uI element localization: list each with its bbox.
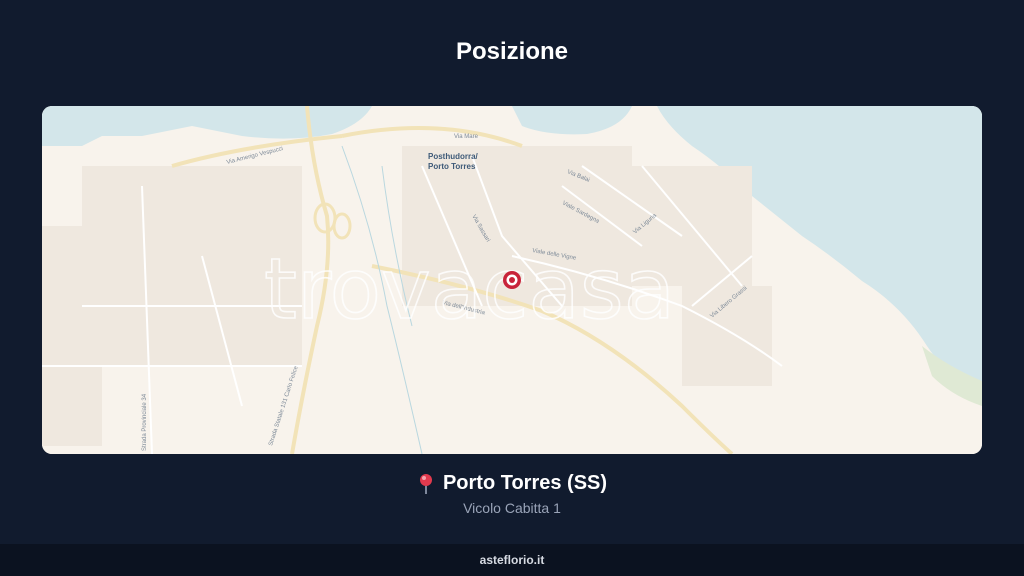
map-street-label: Via Mare bbox=[454, 134, 479, 140]
location-city: Porto Torres (SS) bbox=[442, 472, 608, 494]
footer-site[interactable]: asteflorio.it bbox=[480, 553, 545, 567]
map-street-label: Strada Provinciale 34 bbox=[142, 393, 148, 451]
map-place-label: Posthudorra/ bbox=[428, 152, 479, 161]
map-canvas[interactable]: Posthudorra/ Porto Torres Via Mare Via A… bbox=[42, 106, 982, 454]
location-marker-icon[interactable] bbox=[503, 271, 521, 289]
page-title: Posizione bbox=[455, 38, 569, 65]
map-pin-icon bbox=[417, 473, 435, 495]
map-watermark: trovacasa bbox=[264, 240, 675, 338]
map-place-label: Porto Torres bbox=[428, 162, 476, 171]
location-address: Vicolo Cabitta 1 bbox=[463, 500, 561, 516]
location-heading: Porto Torres (SS) bbox=[0, 472, 1024, 495]
footer: asteflorio.it bbox=[0, 544, 1024, 576]
map-container[interactable]: Posthudorra/ Porto Torres Via Mare Via A… bbox=[42, 106, 982, 454]
